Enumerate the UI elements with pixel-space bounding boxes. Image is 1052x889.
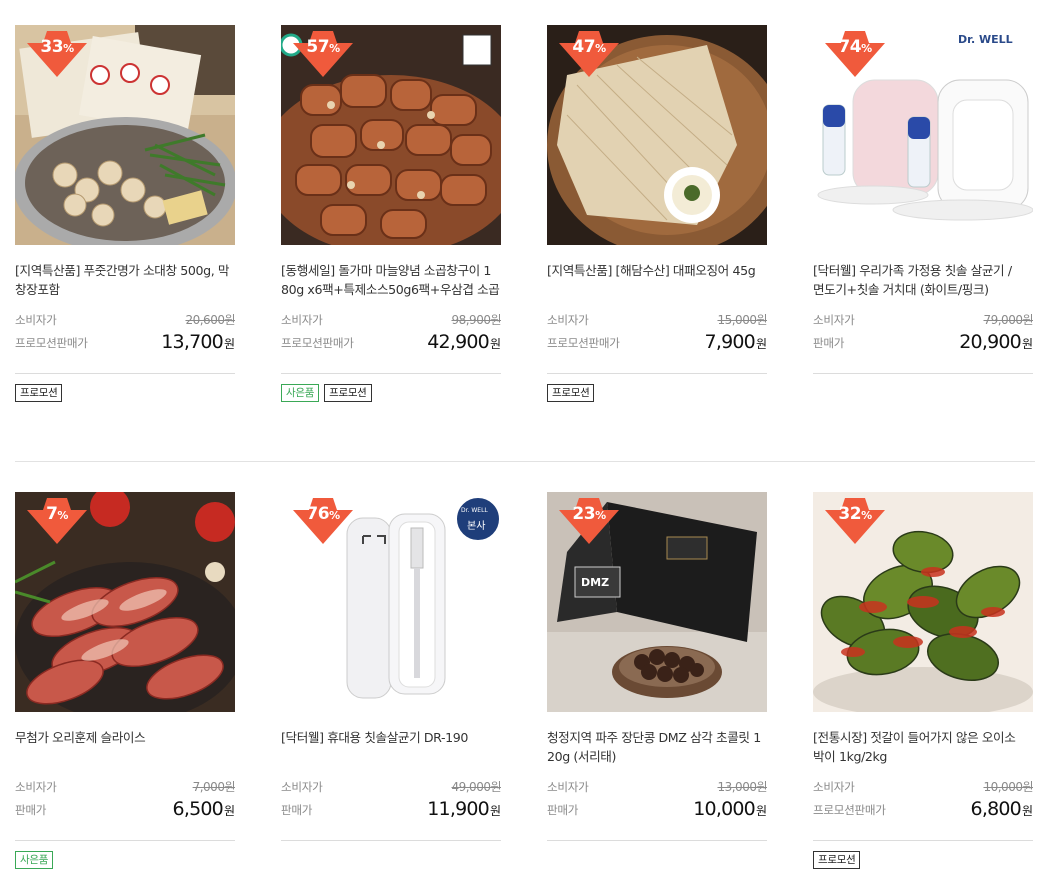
product-title[interactable]: [전통시장] 젓갈이 들어가지 않은 오이소 박이 1kg/2kg: [813, 728, 1035, 766]
discount-badge: 76%: [293, 498, 353, 544]
sale-price-label: 프로모션판매가: [813, 803, 886, 817]
sale-price-row: 프로모션판매가 42,900원: [281, 331, 501, 353]
consumer-price-row: 소비자가 15,000원: [547, 308, 767, 330]
product-title[interactable]: [지역특산품] [해담수산] 대패오징어 45g: [547, 261, 769, 280]
brand-logo: Dr. WELL: [958, 33, 1013, 46]
consumer-price-row: 소비자가 13,000원: [547, 775, 767, 797]
tag-list: 프로모션: [547, 384, 595, 402]
consumer-price-label: 소비자가: [281, 313, 323, 327]
sale-price: 13,700원: [161, 331, 235, 353]
discount-badge: 57%: [293, 31, 353, 77]
product-title[interactable]: [닥터웰] 휴대용 칫솔살균기 DR-190: [281, 728, 503, 747]
original-price: 10,000원: [983, 780, 1033, 794]
divider: [547, 373, 767, 374]
tag-list: 사은품: [15, 851, 54, 869]
sale-price-label: 프로모션판매가: [281, 336, 354, 350]
divider: [281, 373, 501, 374]
sale-price: 20,900원: [959, 331, 1033, 353]
discount-badge: 74%: [825, 31, 885, 77]
sale-price: 10,000원: [693, 798, 767, 820]
gift-tag: 사은품: [281, 384, 320, 402]
sale-price-label: 프로모션판매가: [15, 336, 88, 350]
divider: [813, 840, 1033, 841]
original-price: 15,000원: [717, 313, 767, 327]
promotion-tag: 프로모션: [324, 384, 372, 402]
dmz-box-label: DMZ: [581, 576, 609, 589]
sale-price-row: 프로모션판매가 13,700원: [15, 331, 235, 353]
sale-price: 6,800원: [970, 798, 1033, 820]
sale-price-label: 프로모션판매가: [547, 336, 620, 350]
promotion-tag: 프로모션: [15, 384, 63, 402]
tag-list: 프로모션: [15, 384, 63, 402]
original-price: 49,000원: [451, 780, 501, 794]
original-price: 20,600원: [185, 313, 235, 327]
discount-badge: 33%: [27, 31, 87, 77]
consumer-price-label: 소비자가: [813, 313, 855, 327]
discount-badge: 47%: [559, 31, 619, 77]
consumer-price-row: 소비자가 98,900원: [281, 308, 501, 330]
consumer-price-label: 소비자가: [281, 780, 323, 794]
row-divider: [15, 461, 1035, 462]
tag-list: 사은품 프로모션: [281, 384, 372, 402]
divider: [281, 840, 501, 841]
sale-price: 7,900원: [704, 331, 767, 353]
tag-list: 프로모션: [813, 851, 861, 869]
sale-price-row: 판매가 10,000원: [547, 798, 767, 820]
sale-price-row: 프로모션판매가 7,900원: [547, 331, 767, 353]
consumer-price-label: 소비자가: [813, 780, 855, 794]
sale-price-row: 판매가 20,900원: [813, 331, 1033, 353]
divider: [15, 840, 235, 841]
divider: [813, 373, 1033, 374]
sale-price-label: 판매가: [281, 803, 313, 817]
original-price: 13,000원: [717, 780, 767, 794]
consumer-price-label: 소비자가: [15, 313, 57, 327]
consumer-price-label: 소비자가: [547, 780, 589, 794]
product-title[interactable]: 무첨가 오리훈제 슬라이스: [15, 728, 237, 747]
consumer-price-label: 소비자가: [15, 780, 57, 794]
sale-price-label: 판매가: [547, 803, 579, 817]
promotion-tag: 프로모션: [813, 851, 861, 869]
consumer-price-row: 소비자가 10,000원: [813, 775, 1033, 797]
sale-price: 6,500원: [172, 798, 235, 820]
gift-tag: 사은품: [15, 851, 54, 869]
divider: [547, 840, 767, 841]
sale-price: 42,900원: [427, 331, 501, 353]
original-price: 7,000원: [192, 780, 236, 794]
original-price: 79,000원: [983, 313, 1033, 327]
consumer-price-row: 소비자가 79,000원: [813, 308, 1033, 330]
brand-logo: Dr. WELL: [461, 507, 488, 514]
product-title[interactable]: [동행세일] 돌가마 마늘양념 소곱창구이 1 80g x6팩+특제소스50g6…: [281, 261, 503, 299]
original-price: 98,900원: [451, 313, 501, 327]
discount-badge: 7%: [27, 498, 87, 544]
brand-sub: 본사: [467, 520, 485, 532]
consumer-price-label: 소비자가: [547, 313, 589, 327]
consumer-price-row: 소비자가 20,600원: [15, 308, 235, 330]
consumer-price-row: 소비자가 49,000원: [281, 775, 501, 797]
discount-badge: 23%: [559, 498, 619, 544]
sale-price-label: 판매가: [15, 803, 47, 817]
product-title[interactable]: 청정지역 파주 장단콩 DMZ 삼각 초콜릿 1 20g (서리태): [547, 728, 769, 766]
sale-price: 11,900원: [427, 798, 501, 820]
sale-price-row: 판매가 6,500원: [15, 798, 235, 820]
product-title[interactable]: [닥터웰] 우리가족 가정용 칫솔 살균기 / 면도기+칫솔 거치대 (화이트/…: [813, 261, 1035, 299]
sale-price-row: 프로모션판매가 6,800원: [813, 798, 1033, 820]
sale-price-row: 판매가 11,900원: [281, 798, 501, 820]
promotion-tag: 프로모션: [547, 384, 595, 402]
divider: [15, 373, 235, 374]
consumer-price-row: 소비자가 7,000원: [15, 775, 236, 797]
discount-badge: 32%: [825, 498, 885, 544]
sale-price-label: 판매가: [813, 336, 845, 350]
product-title[interactable]: [지역특산품] 푸줏간명가 소대창 500g, 막 창장포함: [15, 261, 237, 299]
